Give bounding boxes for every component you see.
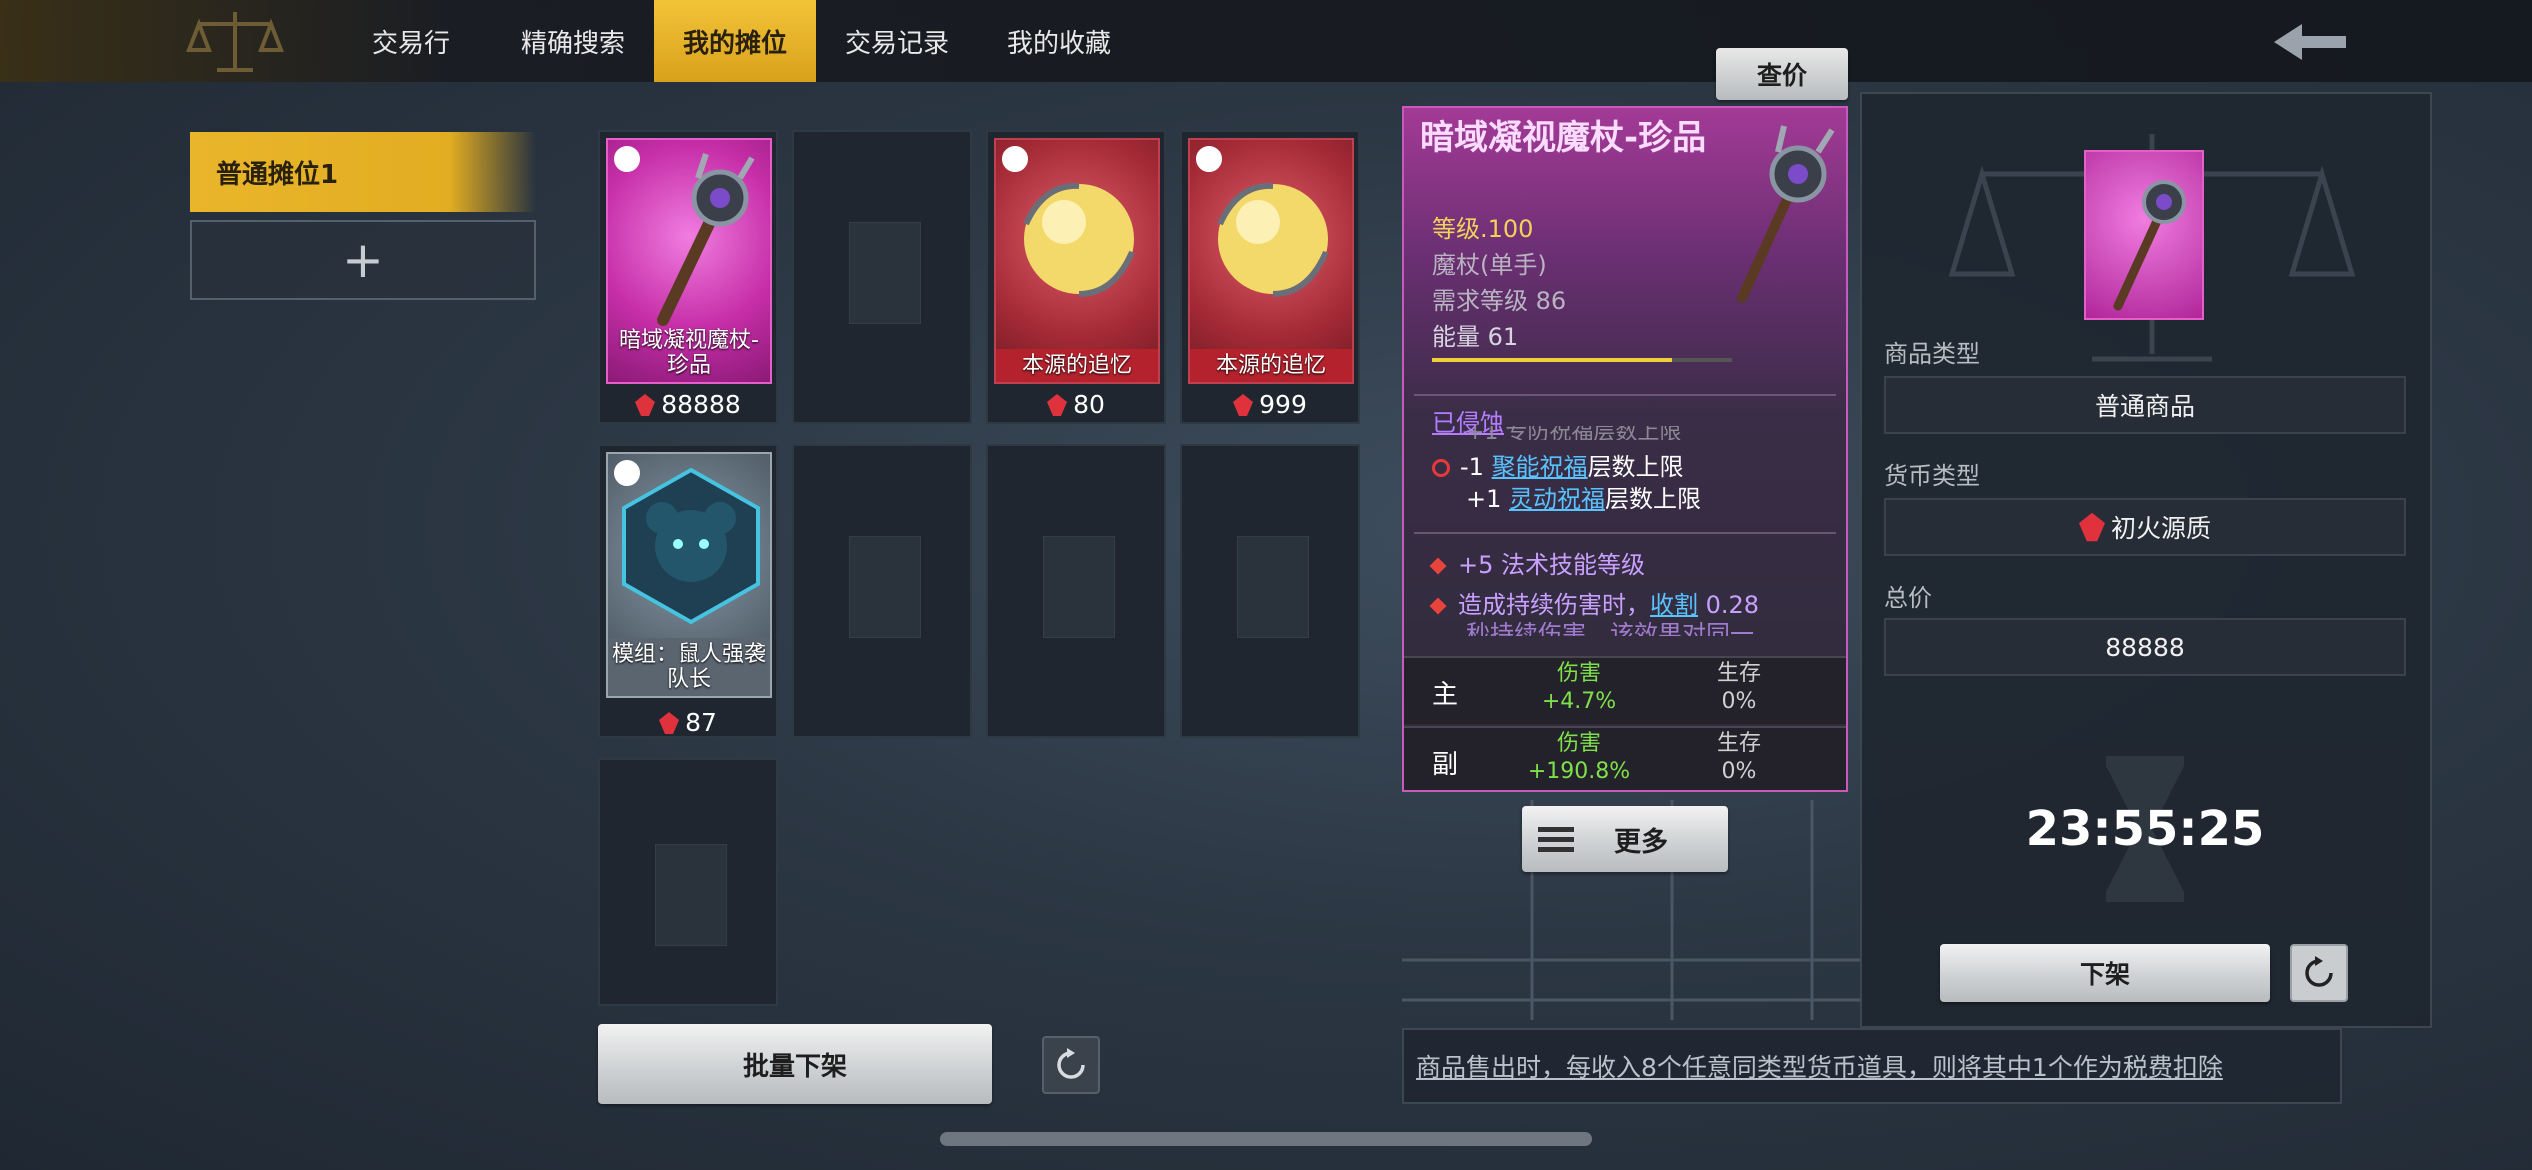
affix-line: +5 法术技能等级 bbox=[1429, 548, 1645, 582]
item-slot[interactable]: 模组：鼠人强袭队长 87 bbox=[598, 444, 778, 738]
ratman-icon bbox=[622, 467, 760, 625]
diamond-icon bbox=[1429, 597, 1447, 615]
item-level: 等级.100 bbox=[1432, 215, 1534, 243]
diamond-icon bbox=[1429, 557, 1447, 575]
red-crystal-icon bbox=[1233, 393, 1254, 416]
item-type: 魔杖(单手) bbox=[1432, 251, 1547, 279]
currency-type-label: 货币类型 bbox=[1884, 462, 1980, 490]
tax-info-text: 商品售出时，每收入8个任意同类型货币道具，则将其中1个作为税费扣除 bbox=[1402, 1028, 2342, 1104]
red-crystal-icon bbox=[635, 393, 656, 416]
item-price: 88888 bbox=[600, 390, 776, 419]
warning-ring-icon bbox=[1432, 459, 1450, 477]
item-price: 80 bbox=[988, 390, 1164, 419]
item-type-label: 商品类型 bbox=[1884, 340, 1980, 368]
price-value: 87 bbox=[685, 708, 717, 737]
delist-button[interactable]: 下架 bbox=[1940, 944, 2270, 1002]
total-price-field: 88888 bbox=[1884, 618, 2406, 676]
total-price-label: 总价 bbox=[1884, 584, 1932, 612]
refresh-button[interactable] bbox=[2290, 944, 2348, 1002]
staff-icon bbox=[1737, 125, 1835, 303]
refresh-button[interactable] bbox=[1042, 1036, 1100, 1094]
price-value: 88888 bbox=[661, 390, 741, 419]
menu-icon bbox=[1538, 827, 1574, 852]
staff-icon bbox=[657, 153, 755, 326]
empty-slot[interactable] bbox=[598, 758, 778, 1006]
empty-slot[interactable] bbox=[1180, 444, 1360, 738]
item-card[interactable]: 暗域凝视魔杖-珍品 bbox=[606, 138, 772, 384]
reap-link[interactable]: 收割 bbox=[1650, 591, 1698, 619]
staff-icon bbox=[2113, 180, 2186, 311]
mod-line: -1 聚能祝福层数上限 bbox=[1432, 450, 1684, 484]
item-preview bbox=[2084, 150, 2204, 320]
red-crystal-icon bbox=[2078, 512, 2105, 542]
item-name: 本源的追忆 bbox=[1190, 349, 1352, 382]
empty-slot[interactable] bbox=[986, 444, 1166, 738]
item-price: 87 bbox=[600, 708, 776, 737]
energy-bar bbox=[1432, 358, 1732, 362]
item-name: 暗域凝视魔杖-珍品 bbox=[619, 328, 759, 378]
countdown-timer: 23:55:25 bbox=[1882, 744, 2408, 914]
back-arrow-icon[interactable] bbox=[2272, 20, 2348, 64]
check-price-button[interactable]: 查价 bbox=[1716, 48, 1848, 100]
affix-line: 造成持续伤害时，收割 0.28 bbox=[1429, 588, 1759, 622]
refresh-icon bbox=[2305, 956, 2333, 987]
empty-slot[interactable] bbox=[792, 444, 972, 738]
add-stall-button[interactable]: + bbox=[190, 220, 536, 300]
item-name: 模组：鼠人强袭队长 bbox=[608, 638, 770, 696]
clipped-mod-line: +1 专防祝福层数上限 bbox=[1466, 426, 1682, 440]
home-indicator bbox=[940, 1132, 1592, 1146]
item-slot[interactable]: 暗域凝视魔杖-珍品 88888 bbox=[598, 130, 778, 424]
item-tooltip: 暗域凝视魔杖-珍品 等级.100 魔杖(单手) 需求等级 86 能量 61 已侵… bbox=[1402, 106, 1848, 792]
item-name: 本源的追忆 bbox=[996, 349, 1158, 382]
tab-favorites[interactable]: 我的收藏 bbox=[988, 0, 1130, 82]
item-slot[interactable]: 本源的追忆 999 bbox=[1180, 130, 1360, 424]
red-crystal-icon bbox=[1047, 393, 1068, 416]
blessing-link[interactable]: 灵动祝福 bbox=[1509, 485, 1605, 513]
clipped-affix-line: 秒持续伤害，该效果对同一 bbox=[1466, 622, 1754, 636]
item-type-field: 普通商品 bbox=[1884, 376, 2406, 434]
item-slot[interactable]: 本源的追忆 80 bbox=[986, 130, 1166, 424]
tab-trade-records[interactable]: 交易记录 bbox=[826, 0, 968, 82]
stat-row-off: 副 伤害 +190.8% 生存 0% bbox=[1404, 726, 1846, 790]
tab-precise-search[interactable]: 精确搜索 bbox=[502, 0, 644, 82]
item-detail-panel: 商品类型 普通商品 货币类型 初火源质 总价 88888 23:55:25 下架 bbox=[1860, 92, 2432, 1028]
energy-value: 能量 61 bbox=[1432, 323, 1519, 351]
tooltip-title: 暗域凝视魔杖-珍品 bbox=[1420, 118, 1707, 158]
mod-line: +1 灵动祝福层数上限 bbox=[1466, 485, 1702, 513]
price-value: 999 bbox=[1259, 390, 1307, 419]
orb-icon bbox=[1217, 182, 1329, 297]
currency-type-field: 初火源质 bbox=[1884, 498, 2406, 556]
stall-tab-1[interactable]: 普通摊位1 bbox=[190, 132, 536, 212]
stat-row-main: 主 伤害 +4.7% 生存 0% bbox=[1404, 656, 1846, 724]
price-value: 80 bbox=[1073, 390, 1105, 419]
tab-auction-house[interactable]: 交易行 bbox=[350, 0, 472, 82]
required-level: 需求等级 86 bbox=[1432, 287, 1567, 315]
refresh-icon bbox=[1057, 1048, 1085, 1079]
item-card[interactable]: 本源的追忆 bbox=[1188, 138, 1354, 384]
scale-logo-icon bbox=[186, 12, 284, 72]
blessing-link[interactable]: 聚能祝福 bbox=[1492, 453, 1588, 481]
tab-my-stall[interactable]: 我的摊位 bbox=[654, 0, 816, 82]
more-button[interactable]: 更多 bbox=[1522, 806, 1728, 872]
item-price: 999 bbox=[1182, 390, 1358, 419]
orb-icon bbox=[1023, 182, 1135, 297]
batch-delist-button[interactable]: 批量下架 bbox=[598, 1024, 992, 1104]
empty-slot[interactable] bbox=[792, 130, 972, 424]
red-crystal-icon bbox=[659, 711, 680, 734]
item-card[interactable]: 本源的追忆 bbox=[994, 138, 1160, 384]
item-card[interactable]: 模组：鼠人强袭队长 bbox=[606, 452, 772, 698]
